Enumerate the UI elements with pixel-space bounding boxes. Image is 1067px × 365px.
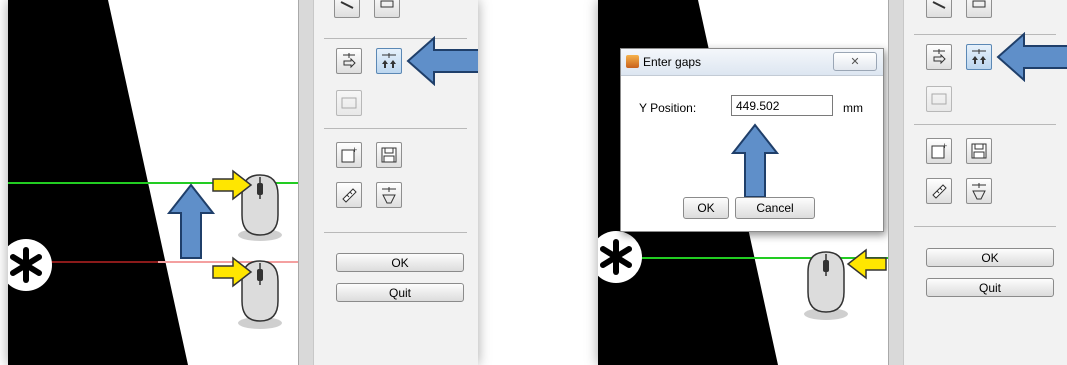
tool-button-partial[interactable]: [926, 0, 952, 18]
up-arrow-icon: [166, 183, 216, 259]
svg-text:+: +: [352, 146, 357, 155]
image-canvas-right[interactable]: Enter gaps ✕ Y Position: mm OK Cancel: [598, 0, 888, 365]
save-disk-icon: [381, 147, 397, 163]
ok-button[interactable]: OK: [336, 253, 464, 272]
marker-cup-button[interactable]: [966, 178, 992, 204]
y-position-label: Y Position:: [639, 101, 697, 115]
tool-button-partial[interactable]: [966, 0, 992, 18]
rectangle-icon: [341, 97, 357, 109]
unit-label: mm: [843, 101, 863, 115]
marker-arrow-button[interactable]: [926, 44, 952, 70]
up-arrow-icon: [731, 123, 779, 198]
mouse-icon: [804, 251, 848, 320]
quit-button[interactable]: Quit: [926, 278, 1054, 297]
tool-panel-right: + OK Quit: [903, 0, 1067, 365]
left-screenshot: + OK Quit: [8, 0, 478, 365]
marker-arrow-icon: [933, 49, 946, 65]
pointer-arrow-icon: [406, 36, 478, 86]
ruler-icon: [342, 188, 357, 203]
java-app-icon: [626, 55, 639, 68]
ruler-button[interactable]: [336, 182, 362, 208]
svg-text:+: +: [942, 142, 947, 151]
pointer-arrow-icon: [996, 32, 1067, 82]
gap-arrows-button[interactable]: [376, 48, 402, 74]
ok-button[interactable]: OK: [926, 248, 1054, 267]
tool-button-partial[interactable]: [374, 0, 400, 18]
close-button[interactable]: ✕: [833, 52, 877, 71]
yellow-callout-arrow-icon: [846, 248, 887, 280]
divider: [324, 128, 467, 129]
marker-cup-icon: [382, 187, 396, 204]
new-file-icon: +: [341, 146, 357, 163]
dialog-title: Enter gaps: [643, 55, 702, 69]
divider: [914, 124, 1056, 125]
tool-panel-left: + OK Quit: [313, 0, 478, 365]
splitter[interactable]: [888, 0, 904, 365]
save-disk-icon: [971, 143, 987, 159]
ruler-button[interactable]: [926, 178, 952, 204]
marker-cup-icon: [972, 183, 986, 200]
new-file-button[interactable]: +: [926, 138, 952, 164]
tool-button-partial[interactable]: [334, 0, 360, 18]
quit-button[interactable]: Quit: [336, 283, 464, 302]
ruler-icon: [932, 184, 947, 199]
new-file-icon: +: [931, 142, 947, 159]
save-button[interactable]: [966, 138, 992, 164]
enter-gaps-dialog: Enter gaps ✕ Y Position: mm OK Cancel: [620, 48, 884, 232]
y-position-input[interactable]: [731, 95, 833, 116]
dialog-titlebar[interactable]: Enter gaps ✕: [621, 49, 883, 76]
image-canvas-left[interactable]: [8, 0, 298, 365]
rectangle-icon: [931, 93, 947, 105]
gap-arrows-button[interactable]: [966, 44, 992, 70]
save-button[interactable]: [376, 142, 402, 168]
gap-arrows-icon: [972, 49, 986, 64]
divider: [324, 232, 467, 233]
splitter[interactable]: [298, 0, 314, 365]
new-file-button[interactable]: +: [336, 142, 362, 168]
divider: [914, 226, 1056, 227]
gap-arrows-icon: [382, 53, 396, 68]
right-screenshot: Enter gaps ✕ Y Position: mm OK Cancel: [598, 0, 1067, 365]
marker-cup-button[interactable]: [376, 182, 402, 208]
dialog-cancel-button[interactable]: Cancel: [735, 197, 815, 219]
marker-arrow-button[interactable]: [336, 48, 362, 74]
dialog-ok-button[interactable]: OK: [683, 197, 729, 219]
marker-arrow-icon: [343, 53, 356, 69]
rectangle-button[interactable]: [926, 86, 952, 112]
rectangle-button[interactable]: [336, 90, 362, 116]
